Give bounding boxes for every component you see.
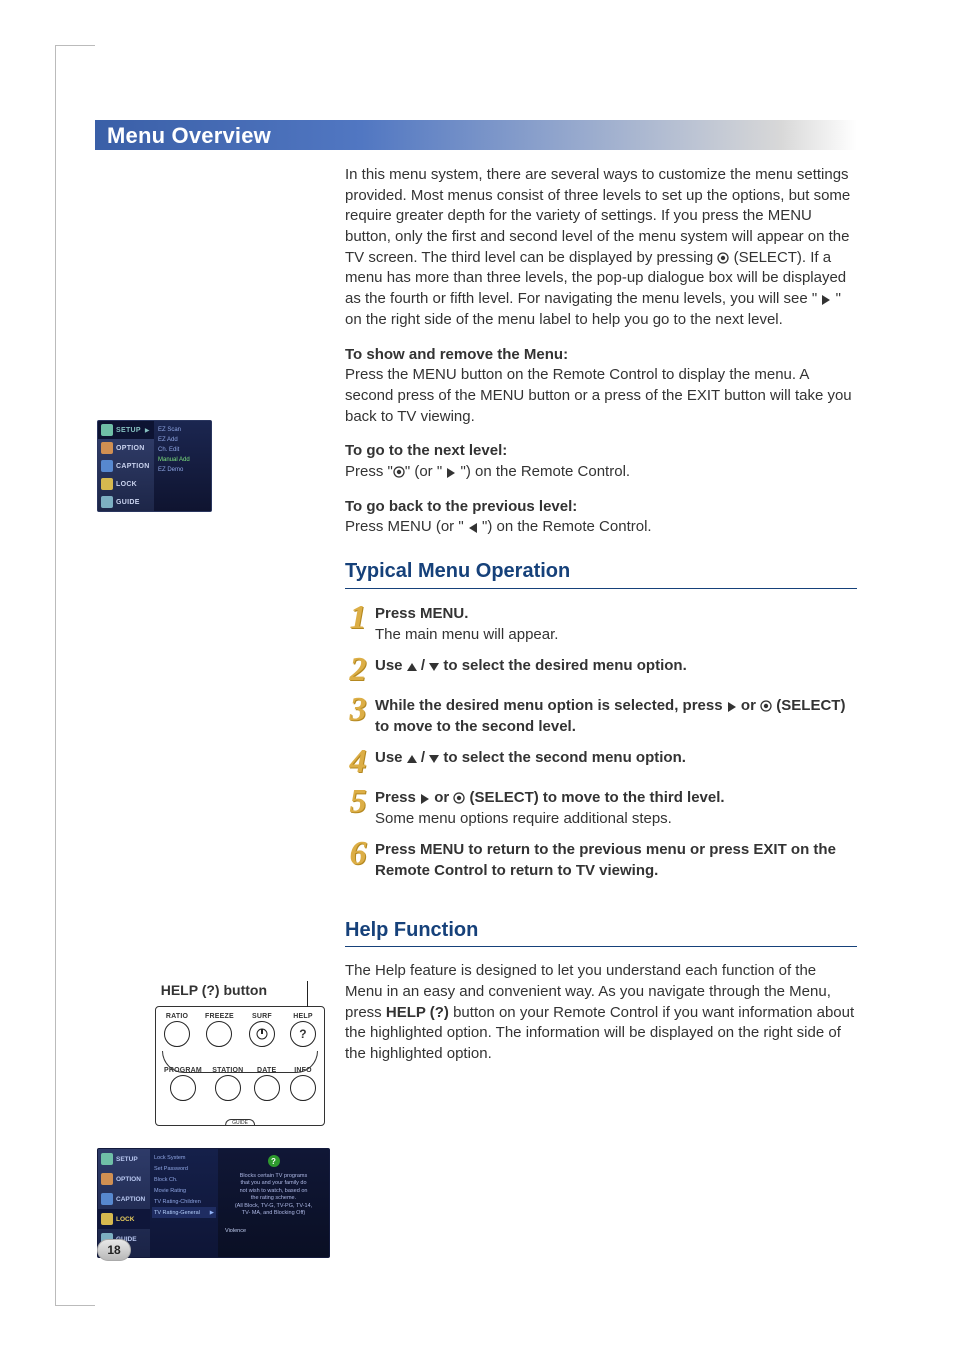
help-paragraph: The Help feature is designed to let you …	[345, 961, 857, 1064]
up-triangle-icon	[407, 662, 417, 672]
remote-diagram: RATIO FREEZE SURF HELP? PROGRAM STATION …	[155, 1006, 325, 1126]
setup-icon	[101, 424, 113, 436]
up-triangle-icon	[407, 754, 417, 764]
step-number-icon: 1	[345, 603, 371, 633]
step-1: 1 Press MENU.The main menu will appear.	[345, 603, 857, 645]
prev-level-block: To go back to the previous level: Press …	[345, 497, 857, 538]
section-help-title: Help Function	[345, 917, 857, 948]
right-triangle-icon	[727, 702, 737, 712]
select-dot-icon	[453, 792, 465, 804]
left-triangle-icon	[468, 523, 478, 533]
lock-icon	[101, 478, 113, 490]
crop-mark	[55, 45, 95, 46]
remote-caption: HELP (?) button	[97, 982, 317, 998]
right-triangle-icon	[446, 468, 456, 478]
pointer-line	[307, 981, 308, 1007]
step-6: 6 Press MENU to return to the previous m…	[345, 839, 857, 881]
remote-guide-label: GUIDE	[225, 1119, 255, 1126]
crop-mark	[55, 45, 56, 1306]
remote-ratio-button: RATIO	[164, 1013, 190, 1047]
option-icon	[101, 1173, 113, 1185]
right-triangle-icon	[821, 295, 831, 305]
surf-icon	[255, 1027, 269, 1041]
guide-icon	[101, 496, 113, 508]
intro-paragraph: In this menu system, there are several w…	[345, 165, 857, 331]
page-number: 18	[97, 1239, 131, 1261]
menu-screenshot-2: SETUP OPTION CAPTION LOCK GUIDE MENU Pre…	[97, 1148, 330, 1258]
setup-icon	[101, 1153, 113, 1165]
remote-help-button: HELP?	[290, 1013, 316, 1047]
crop-mark	[55, 1305, 95, 1306]
down-triangle-icon	[429, 662, 439, 672]
select-dot-icon	[393, 466, 405, 478]
menu-screenshot-1: SETUP▶ OPTION CAPTION LOCK GUIDE EZ Scan…	[97, 420, 212, 512]
step-4: 4 Use / to select the second menu option…	[345, 747, 857, 777]
caption-icon	[101, 1193, 113, 1205]
step-number-icon: 2	[345, 655, 371, 685]
remote-freeze-button: FREEZE	[205, 1013, 234, 1047]
next-level-block: To go to the next level: Press "" (or " …	[345, 441, 857, 482]
help-question-icon: ?	[268, 1155, 280, 1167]
step-5: 5 Press or (SELECT) to move to the third…	[345, 787, 857, 829]
select-dot-icon	[717, 252, 729, 264]
step-number-icon: 3	[345, 695, 371, 725]
show-menu-block: To show and remove the Menu: Press the M…	[345, 345, 857, 428]
right-triangle-icon	[420, 794, 430, 804]
step-number-icon: 5	[345, 787, 371, 817]
section-typical-title: Typical Menu Operation	[345, 558, 857, 589]
page-title: Menu Overview	[95, 120, 857, 150]
caption-icon	[101, 460, 113, 472]
remote-surf-button: SURF	[249, 1013, 275, 1047]
step-2: 2 Use / to select the desired menu optio…	[345, 655, 857, 685]
lock-icon	[101, 1213, 113, 1225]
step-number-icon: 4	[345, 747, 371, 777]
down-triangle-icon	[429, 754, 439, 764]
step-3: 3 While the desired menu option is selec…	[345, 695, 857, 737]
select-dot-icon	[760, 700, 772, 712]
step-number-icon: 6	[345, 839, 371, 869]
option-icon	[101, 442, 113, 454]
